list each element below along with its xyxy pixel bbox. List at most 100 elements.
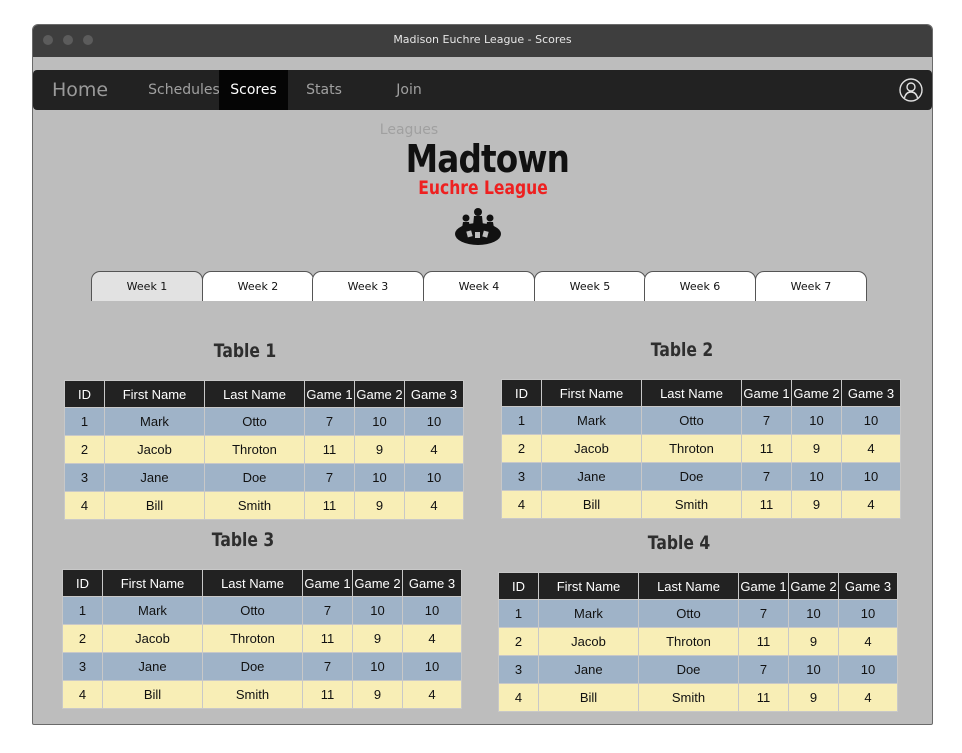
table-header-row: ID First Name Last Name Game 1 Game 2 Game 3	[64, 380, 464, 408]
column-header: Game 1	[302, 569, 353, 597]
table-1-title: Table 1	[213, 340, 277, 362]
tab-week-6[interactable]: Week 6	[644, 271, 756, 301]
nav-home-link[interactable]: Home	[52, 70, 108, 110]
nav-item-scores[interactable]: Scores	[219, 70, 288, 110]
top-navbar: Home Schedules Scores Stats Join Leagues	[33, 70, 932, 138]
table-cell: Jacob	[538, 627, 639, 656]
table-cell: Otto	[641, 406, 742, 435]
table-row: 3 Jane Doe 7 10 10	[498, 655, 898, 684]
table-cell: Smith	[641, 490, 742, 519]
table-cell: 2	[62, 624, 103, 653]
nav-item-schedules[interactable]: Schedules	[147, 70, 221, 110]
table-cell: Doe	[204, 463, 305, 492]
table-row: 1 Mark Otto 7 10 10	[498, 599, 898, 628]
score-table-4: ID First Name Last Name Game 1 Game 2 Game 31…	[498, 572, 898, 712]
table-cell: 9	[791, 434, 842, 463]
table-row: 2 Jacob Throton 11 9 4	[501, 434, 901, 463]
table-cell: 4	[838, 683, 898, 712]
table-cell: 10	[791, 406, 842, 435]
table-cell: Jane	[541, 462, 642, 491]
table-cell: 10	[838, 655, 898, 684]
table-cell: 11	[738, 627, 789, 656]
table-cell: 10	[402, 652, 462, 681]
table-cell: Smith	[204, 491, 305, 520]
table-cell: 9	[354, 435, 405, 464]
table-cell: Otto	[204, 407, 305, 436]
score-table-1: ID First Name Last Name Game 1 Game 2 Game 31…	[64, 380, 464, 520]
table-cell: 10	[354, 407, 405, 436]
column-header: Game 1	[304, 380, 355, 408]
table-cell: 4	[402, 624, 462, 653]
tab-week-3[interactable]: Week 3	[312, 271, 424, 301]
table-cell: 9	[352, 680, 403, 709]
table-row: 2 Jacob Throton 11 9 4	[64, 435, 464, 464]
window-title: Madison Euchre League - Scores	[393, 33, 572, 46]
column-header: First Name	[538, 572, 639, 600]
nav-item-join-leagues[interactable]: Join Leagues	[366, 70, 452, 138]
table-cell: 10	[838, 599, 898, 628]
window-close-button[interactable]	[43, 35, 53, 45]
table-cell: 1	[64, 407, 105, 436]
user-account-icon[interactable]	[899, 78, 923, 102]
table-row: 4 Bill Smith 11 9 4	[501, 490, 901, 519]
table-cell: 3	[498, 655, 539, 684]
table-cell: 7	[302, 652, 353, 681]
table-cell: 10	[788, 655, 839, 684]
logo-subtitle: Euchre League	[418, 177, 548, 199]
table-cell: Throton	[202, 624, 303, 653]
table-row: 4 Bill Smith 11 9 4	[62, 680, 462, 709]
table-cell: 4	[64, 491, 105, 520]
table-cell: Jane	[102, 652, 203, 681]
table-cell: 10	[791, 462, 842, 491]
window-titlebar: Madison Euchre League - Scores	[33, 25, 932, 57]
table-cell: Throton	[638, 627, 739, 656]
table-row: 1 Mark Otto 7 10 10	[501, 406, 901, 435]
table-cell: 7	[741, 406, 792, 435]
table-cell: Bill	[104, 491, 205, 520]
table-cell: Jacob	[102, 624, 203, 653]
table-cell: 7	[304, 463, 355, 492]
tab-week-4[interactable]: Week 4	[423, 271, 535, 301]
table-cell: 9	[791, 490, 842, 519]
table-cell: 4	[402, 680, 462, 709]
card-table-icon	[455, 208, 501, 245]
table-cell: 10	[788, 599, 839, 628]
column-header: ID	[64, 380, 105, 408]
column-header: First Name	[102, 569, 203, 597]
table-cell: 10	[352, 596, 403, 625]
table-cell: 1	[62, 596, 103, 625]
table-cell: 1	[498, 599, 539, 628]
window-minimize-button[interactable]	[63, 35, 73, 45]
column-header: Game 1	[741, 379, 792, 407]
table-cell: 4	[501, 490, 542, 519]
table-row: 2 Jacob Throton 11 9 4	[498, 627, 898, 656]
league-logo: Madtown Euchre League	[393, 138, 573, 250]
table-cell: Throton	[204, 435, 305, 464]
table-cell: 10	[841, 462, 901, 491]
column-header: Game 2	[791, 379, 842, 407]
table-cell: Jacob	[104, 435, 205, 464]
table-cell: Throton	[641, 434, 742, 463]
table-cell: 4	[841, 434, 901, 463]
table-row: 4 Bill Smith 11 9 4	[64, 491, 464, 520]
table-cell: 11	[302, 680, 353, 709]
column-header: ID	[498, 572, 539, 600]
tab-week-5[interactable]: Week 5	[534, 271, 646, 301]
tab-week-7[interactable]: Week 7	[755, 271, 867, 301]
nav-item-stats[interactable]: Stats	[303, 70, 345, 110]
table-row: 3 Jane Doe 7 10 10	[501, 462, 901, 491]
table-cell: Jane	[538, 655, 639, 684]
table-cell: 9	[354, 491, 405, 520]
column-header: Game 3	[404, 380, 464, 408]
table-cell: Mark	[102, 596, 203, 625]
table-cell: 3	[62, 652, 103, 681]
logo-title: Madtown	[405, 137, 570, 181]
tab-week-1[interactable]: Week 1	[91, 271, 203, 301]
column-header: Game 2	[354, 380, 405, 408]
table-cell: 10	[354, 463, 405, 492]
tab-week-2[interactable]: Week 2	[202, 271, 314, 301]
table-cell: 9	[788, 683, 839, 712]
table-cell: 10	[841, 406, 901, 435]
window-maximize-button[interactable]	[83, 35, 93, 45]
column-header: Game 3	[841, 379, 901, 407]
